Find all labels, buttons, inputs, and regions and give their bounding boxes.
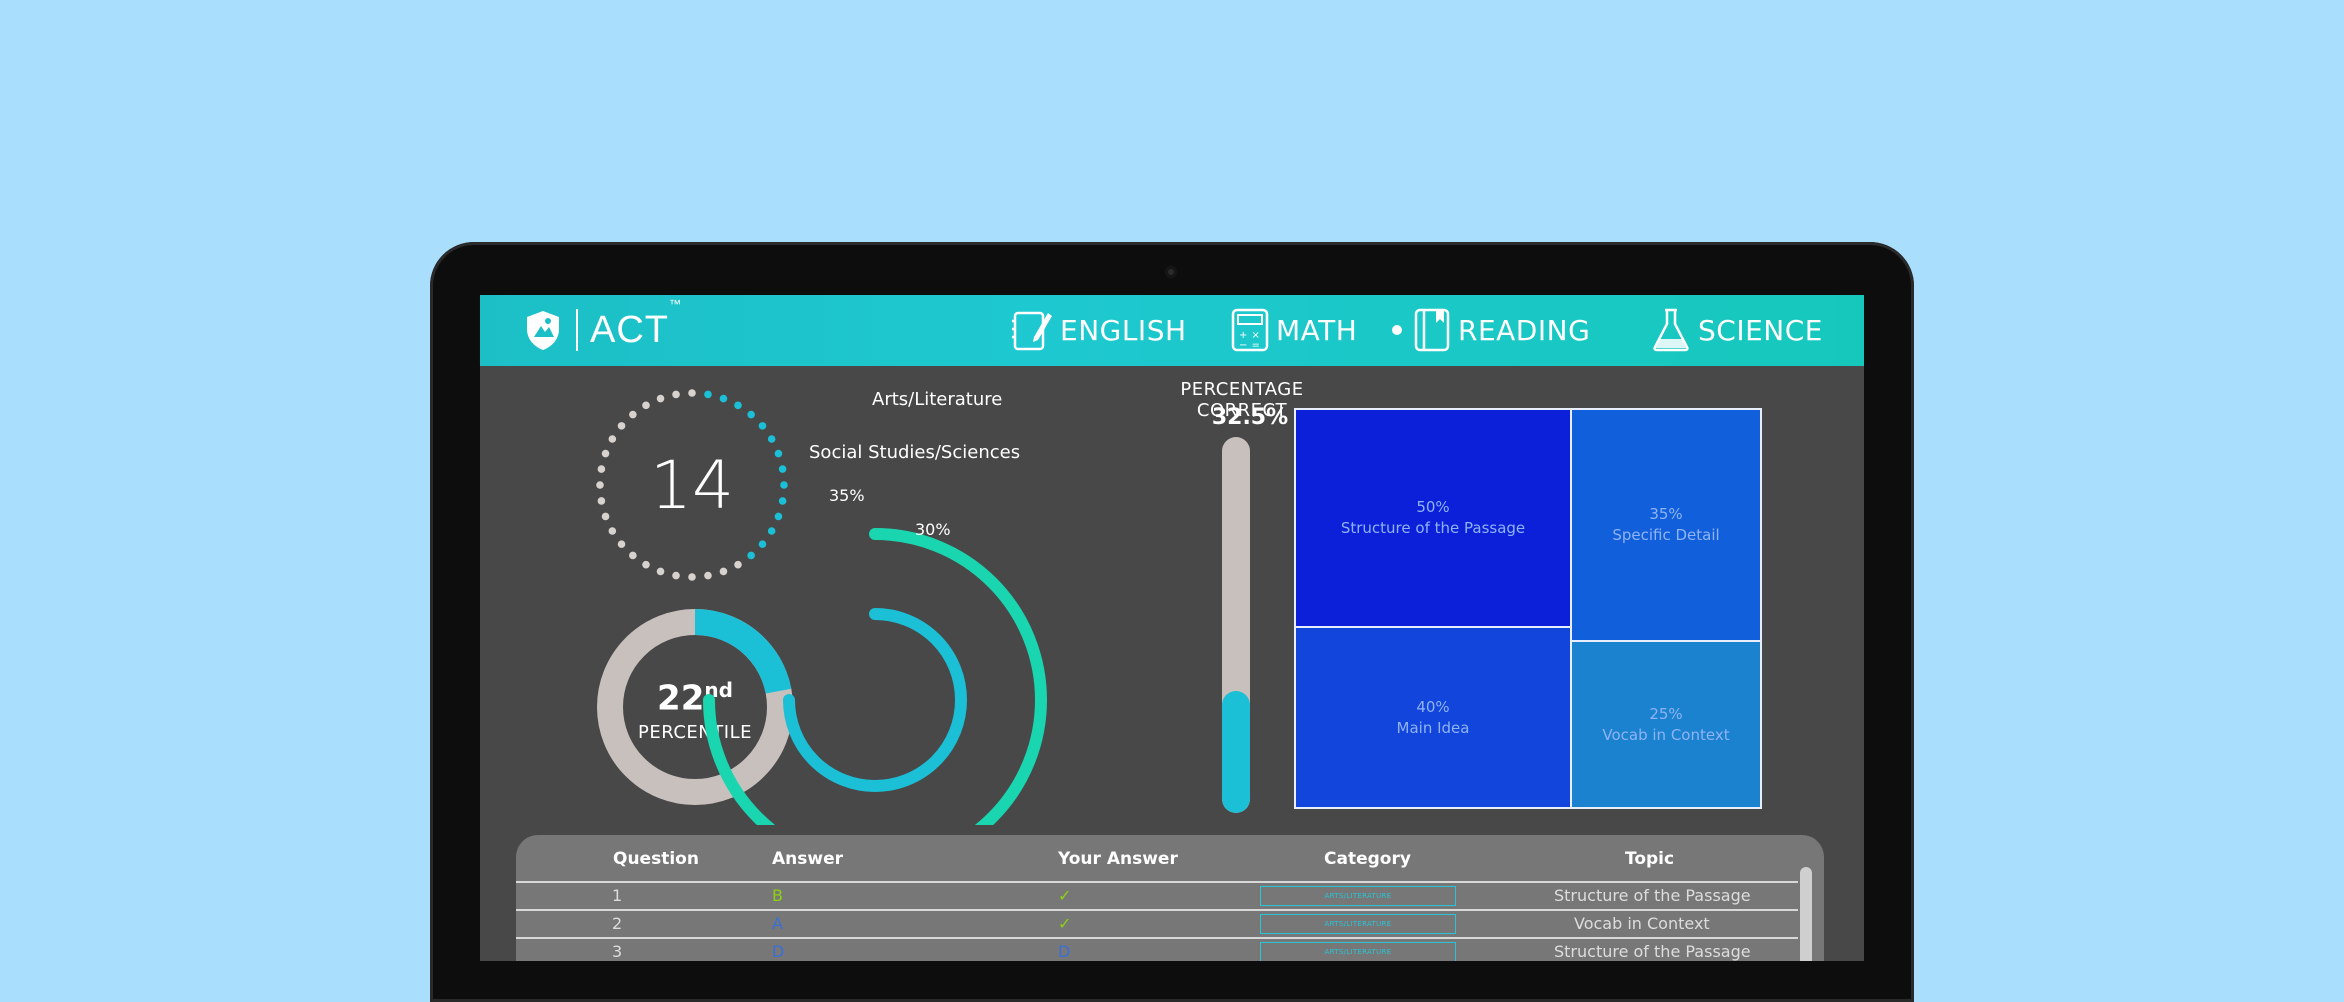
header-question: Question: [613, 849, 699, 869]
header-topic: Topic: [1625, 849, 1675, 869]
treemap-percent: 35%: [1649, 505, 1683, 523]
nav-english[interactable]: ENGLISH: [1012, 305, 1187, 355]
svg-text:− =: − =: [1239, 340, 1260, 351]
treemap-topic: Vocab in Context: [1602, 725, 1730, 744]
header-answer: Answer: [772, 849, 843, 869]
act-shield-logo-icon: [527, 311, 559, 350]
table-row[interactable]: 1 B ✓ ARTS/LITERATURE Structure of the P…: [516, 881, 1798, 911]
cell-your-answer: ✓: [1058, 914, 1072, 933]
topic-treemap: 50% Structure of the Passage 35% Specifi…: [1294, 408, 1762, 809]
treemap-percent: 25%: [1649, 704, 1683, 723]
percentage-correct-bar: [1222, 437, 1250, 813]
cell-category: ARTS/LITERATURE: [1260, 942, 1456, 961]
book-icon: [1414, 308, 1450, 352]
treemap-cell-structure[interactable]: 50% Structure of the Passage: [1296, 410, 1570, 626]
category-arcs: [703, 528, 1047, 825]
cell-question: 2: [612, 914, 623, 933]
treemap-percent: 40%: [1416, 697, 1450, 716]
arts-literature-label: Arts/Literature: [872, 389, 1003, 410]
dashboard-screen: ACT™ ENGLISH + × − = MATH READING SCIENC…: [480, 295, 1864, 961]
flask-icon: [1653, 308, 1689, 352]
treemap-topic: Specific Detail: [1612, 526, 1720, 544]
percentage-correct-fill: [1222, 690, 1250, 813]
nav-reading[interactable]: READING: [1392, 305, 1590, 355]
cell-question: 3: [612, 942, 623, 961]
nav-science-label: SCIENCE: [1698, 313, 1823, 347]
header-your-answer: Your Answer: [1058, 849, 1178, 869]
social-studies-arc: [783, 608, 967, 792]
cell-answer: A: [772, 914, 783, 933]
cell-topic: Structure of the Passage: [1554, 886, 1751, 905]
nav-math[interactable]: + × − = MATH: [1230, 305, 1357, 355]
cell-your-answer: D: [1058, 942, 1071, 961]
cell-category: ARTS/LITERATURE: [1260, 914, 1456, 934]
calculator-icon: + × − =: [1231, 308, 1269, 352]
treemap-topic: Main Idea: [1396, 718, 1470, 737]
nav-reading-label: READING: [1458, 313, 1591, 347]
nav-math-label: MATH: [1276, 313, 1358, 347]
treemap-cell-main-idea[interactable]: 40% Main Idea: [1296, 628, 1570, 807]
header-category: Category: [1324, 849, 1411, 869]
cell-category: ARTS/LITERATURE: [1260, 886, 1456, 906]
treemap-topic: Structure of the Passage: [1340, 519, 1526, 537]
top-navbar: ACT™ ENGLISH + × − = MATH READING SCIENC…: [480, 295, 1864, 366]
treemap-percent: 50%: [1416, 498, 1450, 516]
cell-your-answer: ✓: [1058, 886, 1072, 905]
cell-topic: Vocab in Context: [1574, 914, 1710, 933]
brand-name: ACT™: [590, 296, 682, 351]
cell-answer: D: [772, 942, 785, 961]
table-row[interactable]: 3 D D ARTS/LITERATURE Structure of the P…: [516, 937, 1798, 961]
cell-topic: Structure of the Passage: [1554, 942, 1751, 961]
percentage-correct-value: 32.5%: [1211, 405, 1289, 430]
active-indicator-dot: [1392, 325, 1402, 335]
cell-answer: B: [772, 886, 783, 905]
social-studies-percent: 30%: [915, 520, 951, 539]
table-scrollbar[interactable]: [1800, 867, 1812, 961]
treemap-cell-specific-detail[interactable]: 35% Specific Detail: [1572, 410, 1760, 640]
nav-science[interactable]: SCIENCE: [1650, 305, 1823, 355]
arts-literature-percent: 35%: [829, 486, 865, 505]
webcam: [1165, 266, 1177, 278]
pencil-notebook-icon: [1012, 311, 1052, 351]
brand[interactable]: ACT™: [524, 296, 682, 353]
table-header: Question Answer Your Answer Category Top…: [516, 849, 1796, 877]
table-row[interactable]: 2 A ✓ ARTS/LITERATURE Vocab in Context: [516, 909, 1798, 939]
cell-question: 1: [612, 886, 623, 905]
answers-table: Question Answer Your Answer Category Top…: [516, 835, 1824, 961]
social-studies-label: Social Studies/Sciences: [809, 442, 1021, 463]
nav-english-label: ENGLISH: [1060, 313, 1187, 347]
brand-separator: [576, 309, 578, 351]
treemap-cell-vocab[interactable]: 25% Vocab in Context: [1572, 642, 1760, 807]
